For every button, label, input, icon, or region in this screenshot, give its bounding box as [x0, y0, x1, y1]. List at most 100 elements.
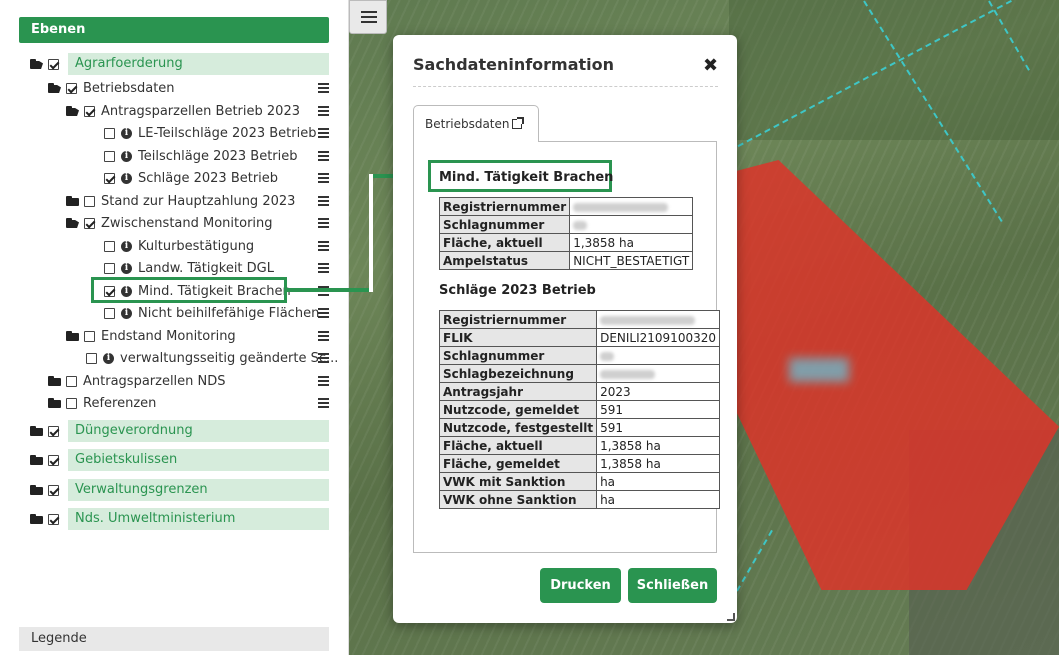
info-icon[interactable]: i: [103, 352, 114, 364]
tree-item-duengeverordnung[interactable]: [30, 420, 65, 442]
folder-open-icon[interactable]: [66, 106, 80, 116]
checkbox-verwaltungsseitig[interactable]: [86, 352, 97, 364]
tree-item-le-teilschlaege[interactable]: i LE-Teilschläge 2023 Betrieb: [104, 122, 316, 144]
layer-menu-icon[interactable]: [318, 218, 329, 228]
legend-header[interactable]: Legende: [19, 627, 329, 651]
checkbox-verwaltungsgrenzen[interactable]: [48, 484, 59, 496]
tree-item-agrarfoerderung[interactable]: [30, 53, 65, 75]
tab-betriebsdaten[interactable]: Betriebsdaten: [413, 105, 539, 142]
checkbox-antragsparzellen-2023[interactable]: [84, 105, 95, 117]
folder-open-icon[interactable]: [66, 218, 80, 228]
group-label-duengeverordnung[interactable]: Düngeverordnung: [68, 420, 329, 442]
attribute-key: FLIK: [438, 328, 598, 347]
menu-toggle-button[interactable]: [349, 0, 387, 34]
checkbox-referenzen[interactable]: [66, 397, 77, 409]
layer-menu-icon[interactable]: [318, 353, 329, 363]
tree-item-antragsparzellen-2023[interactable]: Antragsparzellen Betrieb 2023: [66, 100, 300, 122]
layer-menu-icon[interactable]: [318, 331, 329, 341]
tree-item-gebietskulissen[interactable]: [30, 449, 65, 471]
tree-item-nds-umweltministerium[interactable]: [30, 508, 65, 530]
table-row: Schlagnummer: [438, 215, 694, 234]
tree-item-nicht-beihilfefaehig[interactable]: i Nicht beihilfefähige Flächen: [104, 302, 319, 324]
checkbox-antragsparzellen-nds[interactable]: [66, 375, 77, 387]
tree-item-verwaltungsgrenzen[interactable]: [30, 479, 65, 501]
info-icon[interactable]: i: [121, 150, 132, 162]
layer-menu-icon[interactable]: [318, 263, 329, 273]
map-label-blurred: [789, 358, 849, 382]
redacted-value: [600, 351, 615, 361]
checkbox-stand-hauptzahlung[interactable]: [84, 195, 95, 207]
layers-header[interactable]: Ebenen: [19, 17, 329, 43]
folder-icon[interactable]: [48, 376, 62, 386]
external-link-icon[interactable]: [511, 117, 524, 129]
folder-icon[interactable]: [66, 196, 80, 206]
layer-menu-icon[interactable]: [318, 398, 329, 408]
folder-icon[interactable]: [66, 331, 80, 341]
checkbox-landw-taetigkeit[interactable]: [104, 262, 115, 274]
print-button[interactable]: Drucken: [540, 568, 621, 603]
layer-menu-icon[interactable]: [318, 106, 329, 116]
close-button[interactable]: Schließen: [628, 568, 717, 603]
layer-menu-icon[interactable]: [318, 151, 329, 161]
info-icon[interactable]: i: [121, 240, 132, 252]
tree-item-schlaege[interactable]: i Schläge 2023 Betrieb: [104, 167, 278, 189]
checkbox-nicht-beihilfefaehig[interactable]: [104, 307, 115, 319]
tree-item-betriebsdaten[interactable]: Betriebsdaten: [48, 77, 175, 99]
tree-item-verwaltungsseitig[interactable]: i verwaltungsseitig geänderte Sc...: [86, 347, 338, 369]
tree-item-kulturbestaetigung[interactable]: i Kulturbestätigung: [104, 235, 254, 257]
folder-icon[interactable]: [30, 455, 44, 465]
attribute-value: [596, 310, 720, 329]
checkbox-zwischenstand[interactable]: [84, 217, 95, 229]
attribute-value: 591: [596, 418, 720, 437]
tree-item-zwischenstand[interactable]: Zwischenstand Monitoring: [66, 212, 273, 234]
resize-handle[interactable]: [727, 613, 735, 621]
attribute-value: DENILI2109100320: [596, 328, 720, 347]
checkbox-agrarfoerderung[interactable]: [48, 58, 59, 70]
highlight-sidebar-item: [91, 277, 287, 303]
checkbox-kulturbestaetigung[interactable]: [104, 240, 115, 252]
folder-open-icon[interactable]: [48, 83, 62, 93]
info-icon[interactable]: i: [121, 127, 132, 139]
layer-menu-icon[interactable]: [318, 241, 329, 251]
checkbox-endstand[interactable]: [84, 330, 95, 342]
layer-menu-icon[interactable]: [318, 308, 329, 318]
checkbox-le-teilschlaege[interactable]: [104, 127, 115, 139]
tree-item-referenzen[interactable]: Referenzen: [48, 392, 156, 414]
close-icon[interactable]: ✖: [703, 55, 718, 76]
group-label-nds-umweltministerium[interactable]: Nds. Umweltministerium: [68, 508, 329, 530]
group-label-agrarfoerderung[interactable]: Agrarfoerderung: [68, 53, 329, 75]
folder-open-icon[interactable]: [30, 59, 44, 69]
checkbox-betriebsdaten[interactable]: [66, 82, 77, 94]
attribute-value: [596, 364, 720, 383]
section-title-mind-taetigkeit: Mind. Tätigkeit Brachen: [439, 170, 614, 185]
info-icon[interactable]: i: [121, 307, 132, 319]
tree-item-endstand[interactable]: Endstand Monitoring: [66, 325, 236, 347]
info-icon[interactable]: i: [121, 172, 132, 184]
checkbox-nds-umweltministerium[interactable]: [48, 513, 59, 525]
layer-menu-icon[interactable]: [318, 83, 329, 93]
tree-item-teilschlaege[interactable]: i Teilschläge 2023 Betrieb: [104, 145, 298, 167]
tree-item-antragsparzellen-nds[interactable]: Antragsparzellen NDS: [48, 370, 226, 392]
checkbox-schlaege[interactable]: [104, 172, 115, 184]
layer-menu-icon[interactable]: [318, 376, 329, 386]
info-icon[interactable]: i: [121, 262, 132, 274]
checkbox-gebietskulissen[interactable]: [48, 454, 59, 466]
tree-item-landw-taetigkeit[interactable]: i Landw. Tätigkeit DGL: [104, 257, 274, 279]
layer-menu-icon[interactable]: [318, 173, 329, 183]
attribute-value: ha: [596, 490, 720, 509]
checkbox-duengeverordnung[interactable]: [48, 425, 59, 437]
folder-icon[interactable]: [30, 514, 44, 524]
connector-line: [287, 288, 373, 292]
folder-icon[interactable]: [30, 426, 44, 436]
group-label-verwaltungsgrenzen[interactable]: Verwaltungsgrenzen: [68, 479, 329, 501]
attribute-key: VWK ohne Sanktion: [438, 490, 598, 509]
layer-menu-icon[interactable]: [318, 128, 329, 138]
tree-item-stand-hauptzahlung[interactable]: Stand zur Hauptzahlung 2023: [66, 190, 295, 212]
group-label-gebietskulissen[interactable]: Gebietskulissen: [68, 449, 329, 471]
attribute-key: Schlagbezeichnung: [438, 364, 598, 383]
folder-icon[interactable]: [48, 398, 62, 408]
layer-menu-icon[interactable]: [318, 196, 329, 206]
checkbox-teilschlaege[interactable]: [104, 150, 115, 162]
folder-icon[interactable]: [30, 485, 44, 495]
attribute-key: Nutzcode, festgestellt: [438, 418, 598, 437]
